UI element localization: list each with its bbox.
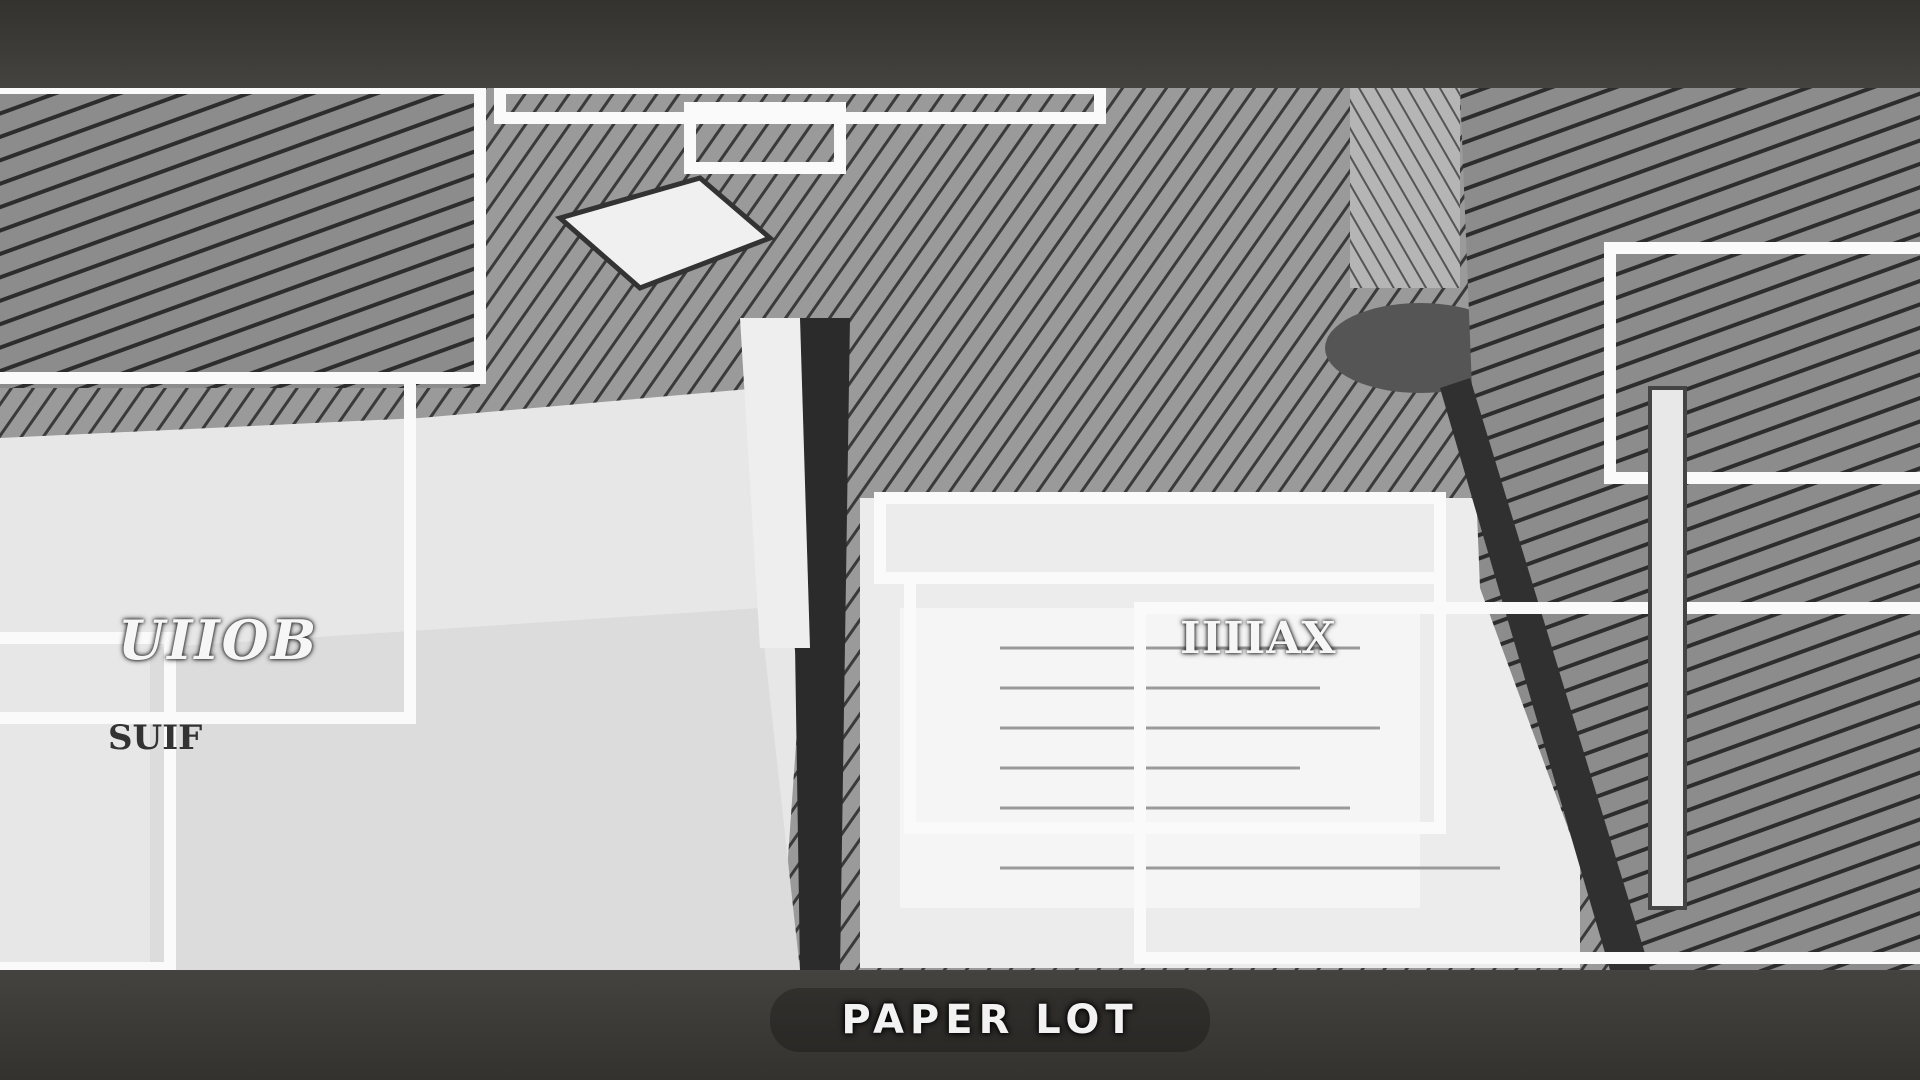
caption-label: PAPER LOT xyxy=(770,988,1210,1052)
upper-left-area xyxy=(0,88,480,388)
right-post xyxy=(1648,386,1687,910)
photo-area: UIIOB SUIF IIIIAX xyxy=(0,88,1920,970)
top-letterbox-band xyxy=(0,0,1920,88)
sign-text-center: IIIIAX xyxy=(1180,613,1337,664)
photo-sketch xyxy=(0,88,1920,970)
upper-pole xyxy=(1350,88,1460,288)
center-right-panel-inner xyxy=(900,608,1420,908)
sign-text-left-sub: SUIF xyxy=(108,718,203,758)
image-frame: UIIOB SUIF IIIIAX PAPER LOT xyxy=(0,0,1920,1080)
sign-text-left: UIIOB xyxy=(118,608,319,672)
